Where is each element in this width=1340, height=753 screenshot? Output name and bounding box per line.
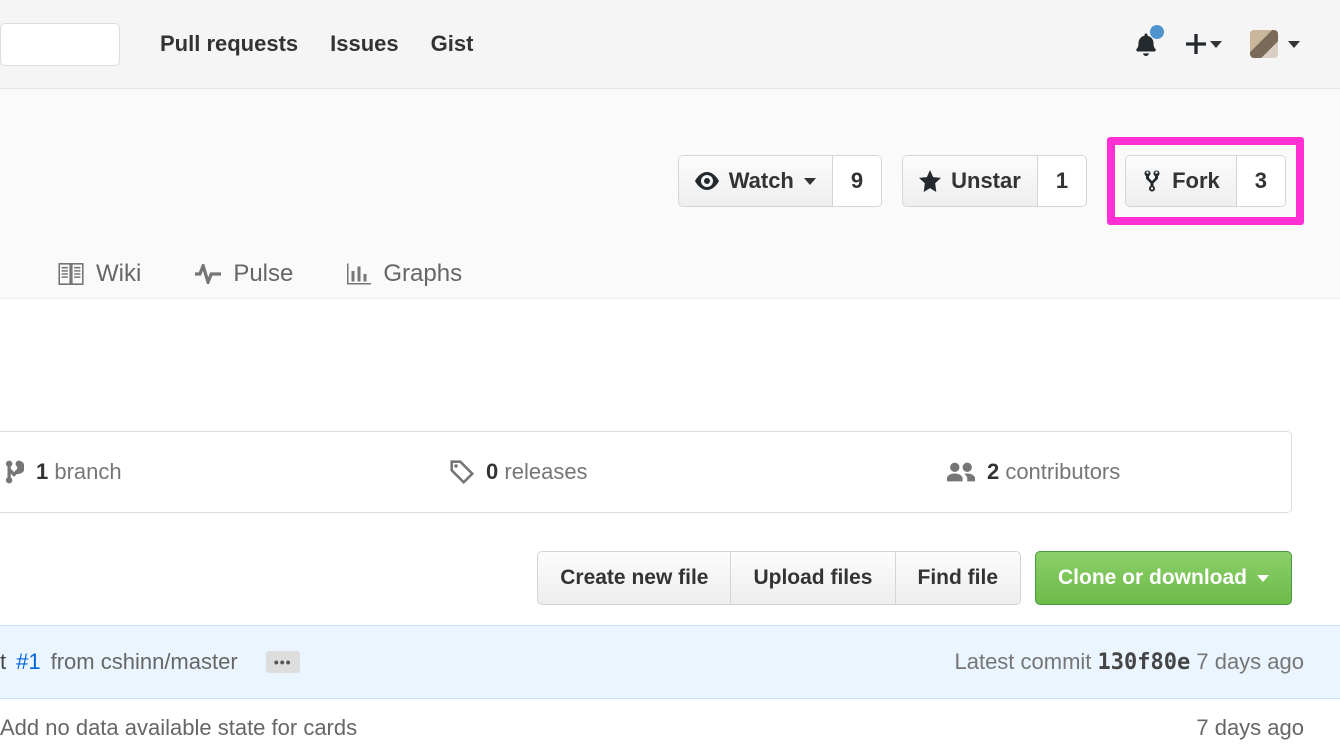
nav-pull-requests[interactable]: Pull requests bbox=[160, 31, 298, 57]
commit-time: 7 days ago bbox=[1190, 649, 1304, 674]
star-icon bbox=[919, 170, 941, 192]
unstar-button[interactable]: Unstar bbox=[903, 156, 1038, 206]
pulse-icon bbox=[195, 264, 221, 284]
watch-label: Watch bbox=[729, 168, 794, 194]
search-input[interactable] bbox=[0, 23, 120, 66]
notification-dot-icon bbox=[1150, 25, 1164, 39]
global-header: Pull requests Issues Gist bbox=[0, 0, 1340, 89]
repo-subheader: Watch 9 Unstar 1 Fork 3 Wik bbox=[0, 89, 1340, 299]
create-new-file-button[interactable]: Create new file bbox=[538, 552, 731, 604]
latest-commit-row: t #1 from cshinn/master ••• Latest commi… bbox=[0, 625, 1340, 699]
file-button-group: Create new file Upload files Find file bbox=[537, 551, 1021, 605]
unstar-group: Unstar 1 bbox=[902, 155, 1087, 207]
file-actions: Create new file Upload files Find file C… bbox=[0, 551, 1340, 605]
graph-icon bbox=[347, 263, 371, 285]
unstar-label: Unstar bbox=[951, 168, 1021, 194]
chevron-down-icon bbox=[1257, 575, 1269, 582]
commit-text: from cshinn/master bbox=[51, 649, 238, 675]
tag-icon bbox=[450, 460, 474, 484]
tab-wiki-label: Wiki bbox=[96, 260, 141, 288]
tab-graphs[interactable]: Graphs bbox=[347, 260, 462, 288]
clone-label: Clone or download bbox=[1058, 566, 1247, 590]
stat-contributors[interactable]: 2 contributors bbox=[776, 432, 1291, 512]
releases-count: 0 bbox=[486, 459, 498, 484]
fork-highlight: Fork 3 bbox=[1107, 137, 1304, 225]
commit-meta: Latest commit 130f80e 7 days ago bbox=[954, 649, 1304, 675]
tab-pulse-label: Pulse bbox=[233, 260, 293, 288]
repo-stats: 1 branch 0 releases 2 contributors bbox=[0, 431, 1292, 513]
tab-graphs-label: Graphs bbox=[383, 260, 462, 288]
plus-icon bbox=[1186, 34, 1206, 54]
star-count[interactable]: 1 bbox=[1038, 156, 1086, 206]
fork-icon bbox=[1142, 169, 1162, 193]
tab-pulse[interactable]: Pulse bbox=[195, 260, 293, 288]
chevron-down-icon bbox=[804, 178, 816, 185]
watch-button[interactable]: Watch bbox=[679, 156, 833, 206]
commit-message[interactable]: t #1 from cshinn/master ••• bbox=[0, 649, 300, 675]
nav-gist[interactable]: Gist bbox=[431, 31, 474, 57]
repo-actions: Watch 9 Unstar 1 Fork 3 bbox=[678, 137, 1304, 225]
fork-button[interactable]: Fork bbox=[1126, 156, 1237, 206]
clone-download-button[interactable]: Clone or download bbox=[1035, 551, 1292, 605]
watch-count[interactable]: 9 bbox=[833, 156, 881, 206]
repo-tabs: Wiki Pulse Graphs bbox=[58, 260, 1340, 288]
stat-branches[interactable]: 1 branch bbox=[0, 432, 261, 512]
fork-group: Fork 3 bbox=[1125, 155, 1286, 207]
chevron-down-icon bbox=[1210, 41, 1222, 48]
avatar bbox=[1250, 30, 1278, 58]
user-menu-button[interactable] bbox=[1250, 30, 1300, 58]
eye-icon bbox=[695, 172, 719, 190]
commit-sha[interactable]: 130f80e bbox=[1098, 650, 1191, 675]
create-menu-button[interactable] bbox=[1186, 34, 1222, 54]
commit-pr-link[interactable]: #1 bbox=[16, 649, 40, 675]
contributors-label: contributors bbox=[1005, 459, 1120, 484]
notifications-button[interactable] bbox=[1134, 31, 1158, 57]
header-actions bbox=[1134, 30, 1300, 58]
file-list-row[interactable]: Add no data available state for cards 7 … bbox=[0, 699, 1340, 741]
stat-releases[interactable]: 0 releases bbox=[261, 432, 776, 512]
find-file-button[interactable]: Find file bbox=[896, 552, 1021, 604]
primary-nav: Pull requests Issues Gist bbox=[160, 31, 473, 57]
file-commit-message: Add no data available state for cards bbox=[0, 715, 357, 741]
branches-count: 1 bbox=[36, 459, 48, 484]
nav-issues[interactable]: Issues bbox=[330, 31, 399, 57]
fork-count[interactable]: 3 bbox=[1237, 156, 1285, 206]
people-icon bbox=[947, 462, 975, 482]
watch-group: Watch 9 bbox=[678, 155, 882, 207]
commit-prefix: t bbox=[0, 649, 6, 675]
file-commit-time: 7 days ago bbox=[1196, 715, 1304, 741]
fork-label: Fork bbox=[1172, 168, 1220, 194]
latest-commit-label: Latest commit bbox=[954, 649, 1097, 674]
upload-files-button[interactable]: Upload files bbox=[731, 552, 895, 604]
releases-label: releases bbox=[504, 459, 587, 484]
expand-commit-button[interactable]: ••• bbox=[266, 651, 300, 673]
branch-icon bbox=[4, 459, 24, 485]
chevron-down-icon bbox=[1288, 41, 1300, 48]
tab-wiki[interactable]: Wiki bbox=[58, 260, 141, 288]
branches-label: branch bbox=[54, 459, 121, 484]
contributors-count: 2 bbox=[987, 459, 999, 484]
book-icon bbox=[58, 263, 84, 285]
